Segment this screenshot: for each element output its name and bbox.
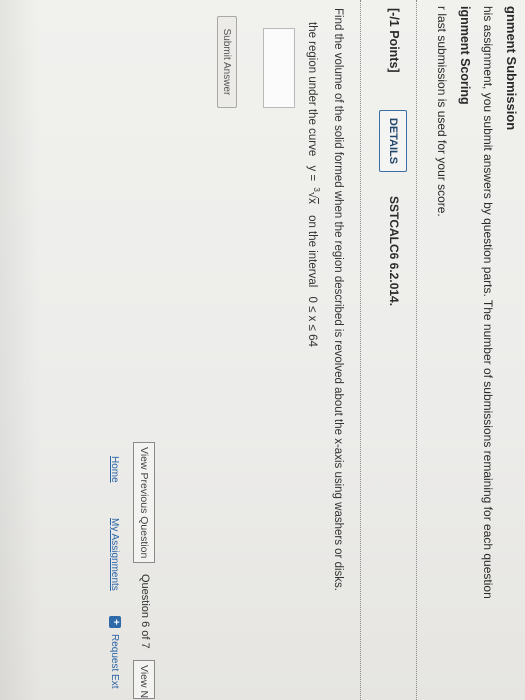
section-divider [416,0,417,700]
question-prompt: Find the volume of the solid formed when… [332,8,344,591]
assignment-page: gnment Submission his assignment, you su… [0,0,525,700]
submission-instructions: his assignment, you submit answers by qu… [481,6,495,599]
home-link[interactable]: Home [109,456,120,483]
scoring-note: r last submission is used for your score… [435,6,449,217]
view-next-question-button[interactable]: View N [133,660,155,700]
view-previous-question-button[interactable]: View Previous Question [133,442,155,564]
interval-text: on the interval [306,215,319,288]
interval-value: 0 ≤ x ≤ 64 [306,296,319,347]
details-button[interactable]: DETAILS [379,110,407,172]
assignment-scoring-heading: ignment Scoring [458,6,472,105]
question-region-line: the region under the curve y = 3√x on th… [306,22,321,347]
curve-lhs: y = [306,165,319,182]
region-text: the region under the curve [306,22,319,157]
cube-root-expression: 3√x [306,187,321,204]
request-extension-link[interactable]: Request Ext [109,634,120,688]
question-divider [360,0,361,700]
plus-icon: + [109,616,121,628]
radicand: x [306,198,319,204]
submit-answer-button[interactable]: Submit Answer [217,16,237,108]
question-counter: Question 6 of 7 [139,574,151,649]
question-points: [-/1 Points] [387,8,401,73]
my-assignments-link[interactable]: My Assignments [109,518,120,591]
photo-shadow [0,0,40,700]
answer-input[interactable] [263,28,295,108]
question-code: SSTCALC6 6.2.014. [387,196,401,307]
assignment-submission-heading: gnment Submission [504,6,519,131]
root-index: 3 [312,187,321,192]
